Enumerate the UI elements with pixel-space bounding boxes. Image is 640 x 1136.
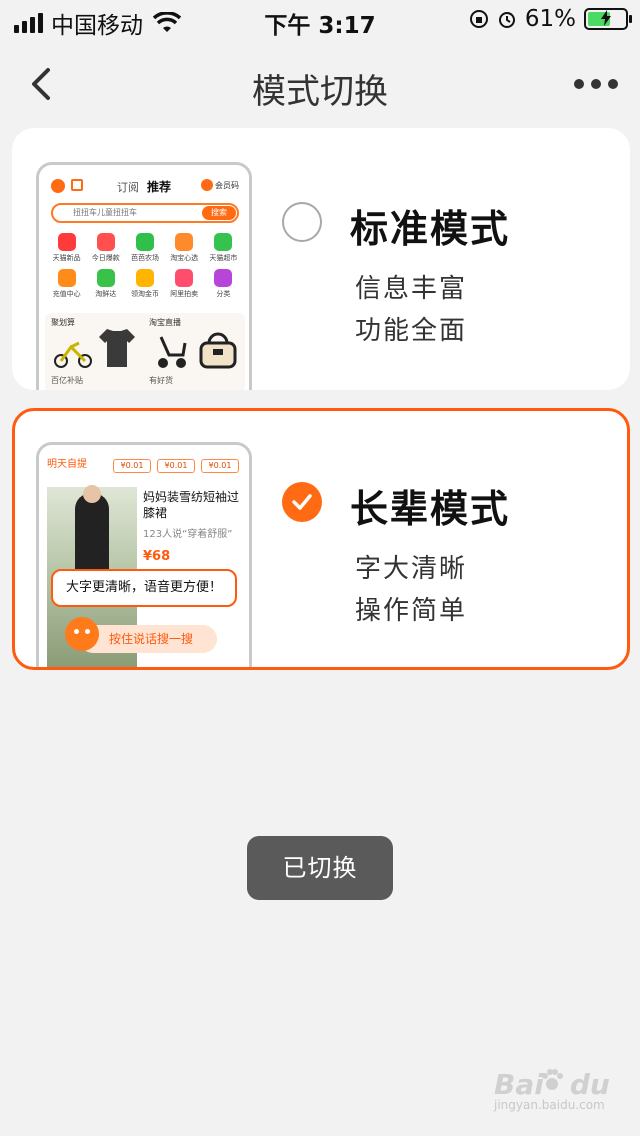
preview-grid-item: 充值中心 [47,269,86,299]
preview-promo-area: 聚划算 淘宝直播 百亿补贴 有好货 [45,313,245,390]
alarm-icon [498,12,515,28]
grid-item-label: 今日爆款 [91,254,120,262]
tricycle-image [54,341,92,368]
tshirt-image [99,329,135,367]
preview-product-sub: 123人说“穿着舒服” [143,529,233,540]
grid-item-icon [96,233,115,251]
elder-mode-desc-2: 操作简单 [355,596,468,626]
grid-item-icon [175,233,194,251]
preview-grid-item: 淘宝心选 [165,233,204,263]
preview-grid-item: 分类 [204,269,243,299]
switched-toast: 已切换 [247,836,393,900]
preview-grid-item: 天猫超市 [204,233,243,263]
standard-mode-desc-1: 信息丰富 [355,274,468,304]
baidu-watermark: Bai du jingyan.baidu.com [494,1068,610,1112]
grid-item-label: 淘宝心选 [170,254,199,262]
home-icon [51,179,65,193]
preview-grid-item: 阿里拍卖 [165,269,204,299]
mode-card-standard[interactable]: 订阅 推荐 会员码 扭扭车儿童扭扭车 搜索 天猫新品 今日爆款 芭芭农场 淘宝心选 天猫… [12,128,630,390]
mascot-icon [65,617,99,651]
elder-mode-radio[interactable] [282,482,322,522]
preview-tab-recommend: 推荐 [147,180,172,194]
grid-item-icon [57,233,76,251]
share-icon [71,179,83,191]
grid-item-label: 领淘金币 [130,290,159,298]
grid-item-label: 芭芭农场 [130,254,159,262]
elder-mode-title: 长辈模式 [350,487,511,531]
grid-item-label: 阿里拍卖 [170,290,199,298]
grid-item-icon [135,233,154,251]
preview-grid-item: 天猫新品 [47,233,86,263]
preview-grid-item: 今日爆款 [86,233,125,263]
preview-tab-subscribe: 订阅 [117,181,139,194]
mode-card-elder[interactable]: 明天自提 ¥0.01 ¥0.01 ¥0.01 妈妈装雪纺短袖过膝裙 123人说“… [12,408,630,670]
preview-member-code: 会员码 [215,181,239,190]
paw-logo-icon [542,1069,563,1090]
grid-item-label: 天猫超市 [209,254,238,262]
grid-item-label: 分类 [216,290,231,298]
preview-tip-bubble: 大字更清晰，语音更方便！ [51,569,237,607]
status-bar: 中国移动 下午 3:17 61% [0,0,640,40]
preview-voice-button: 按住说话搜一搜 [79,625,217,653]
preview-grid-item: 芭芭农场 [125,233,164,263]
grid-item-icon [214,233,233,251]
stroller-image [158,336,187,368]
preview-grid-item: 领淘金币 [125,269,164,299]
preview-pickup-label: 明天自提 [47,459,87,470]
checkmark-icon [292,494,312,510]
standard-mode-radio[interactable] [282,202,322,242]
battery-icon [584,8,632,30]
elder-mode-preview: 明天自提 ¥0.01 ¥0.01 ¥0.01 妈妈装雪纺短袖过膝裙 123人说“… [36,442,252,667]
qrcode-icon [201,179,213,191]
preview-grid-item: 淘鲜达 [86,269,125,299]
preview-shortcut-grid: 天猫新品 今日爆款 芭芭农场 淘宝心选 天猫超市充值中心 淘鲜达 领淘金币 阿里拍卖 分类 [47,233,243,299]
grid-item-label: 淘鲜达 [95,290,117,298]
grid-item-icon [175,269,194,287]
nav-bar: 模式切换 [0,56,640,112]
standard-mode-title: 标准模式 [350,207,511,251]
standard-mode-desc-2: 功能全面 [355,316,468,346]
battery-percent: 61% [524,6,576,32]
preview-product-price: ¥68 [143,549,171,564]
standard-mode-preview: 订阅 推荐 会员码 扭扭车儿童扭扭车 搜索 天猫新品 今日爆款 芭芭农场 淘宝心选 天猫… [36,162,252,390]
grid-item-icon [214,269,233,287]
grid-item-icon [96,269,115,287]
page-title: 模式切换 [252,72,388,112]
grid-item-label: 天猫新品 [52,254,81,262]
preview-search-bar: 扭扭车儿童扭扭车 搜索 [51,203,239,223]
grid-item-icon [57,269,76,287]
more-dots-icon[interactable] [574,76,618,92]
preview-product-name: 妈妈装雪纺短袖过膝裙 [143,490,240,520]
elder-mode-desc-1: 字大清晰 [355,554,468,584]
grid-item-label: 充值中心 [52,290,81,298]
grid-item-icon [135,269,154,287]
handbag-image [199,332,237,369]
rotation-lock-icon [469,10,488,28]
